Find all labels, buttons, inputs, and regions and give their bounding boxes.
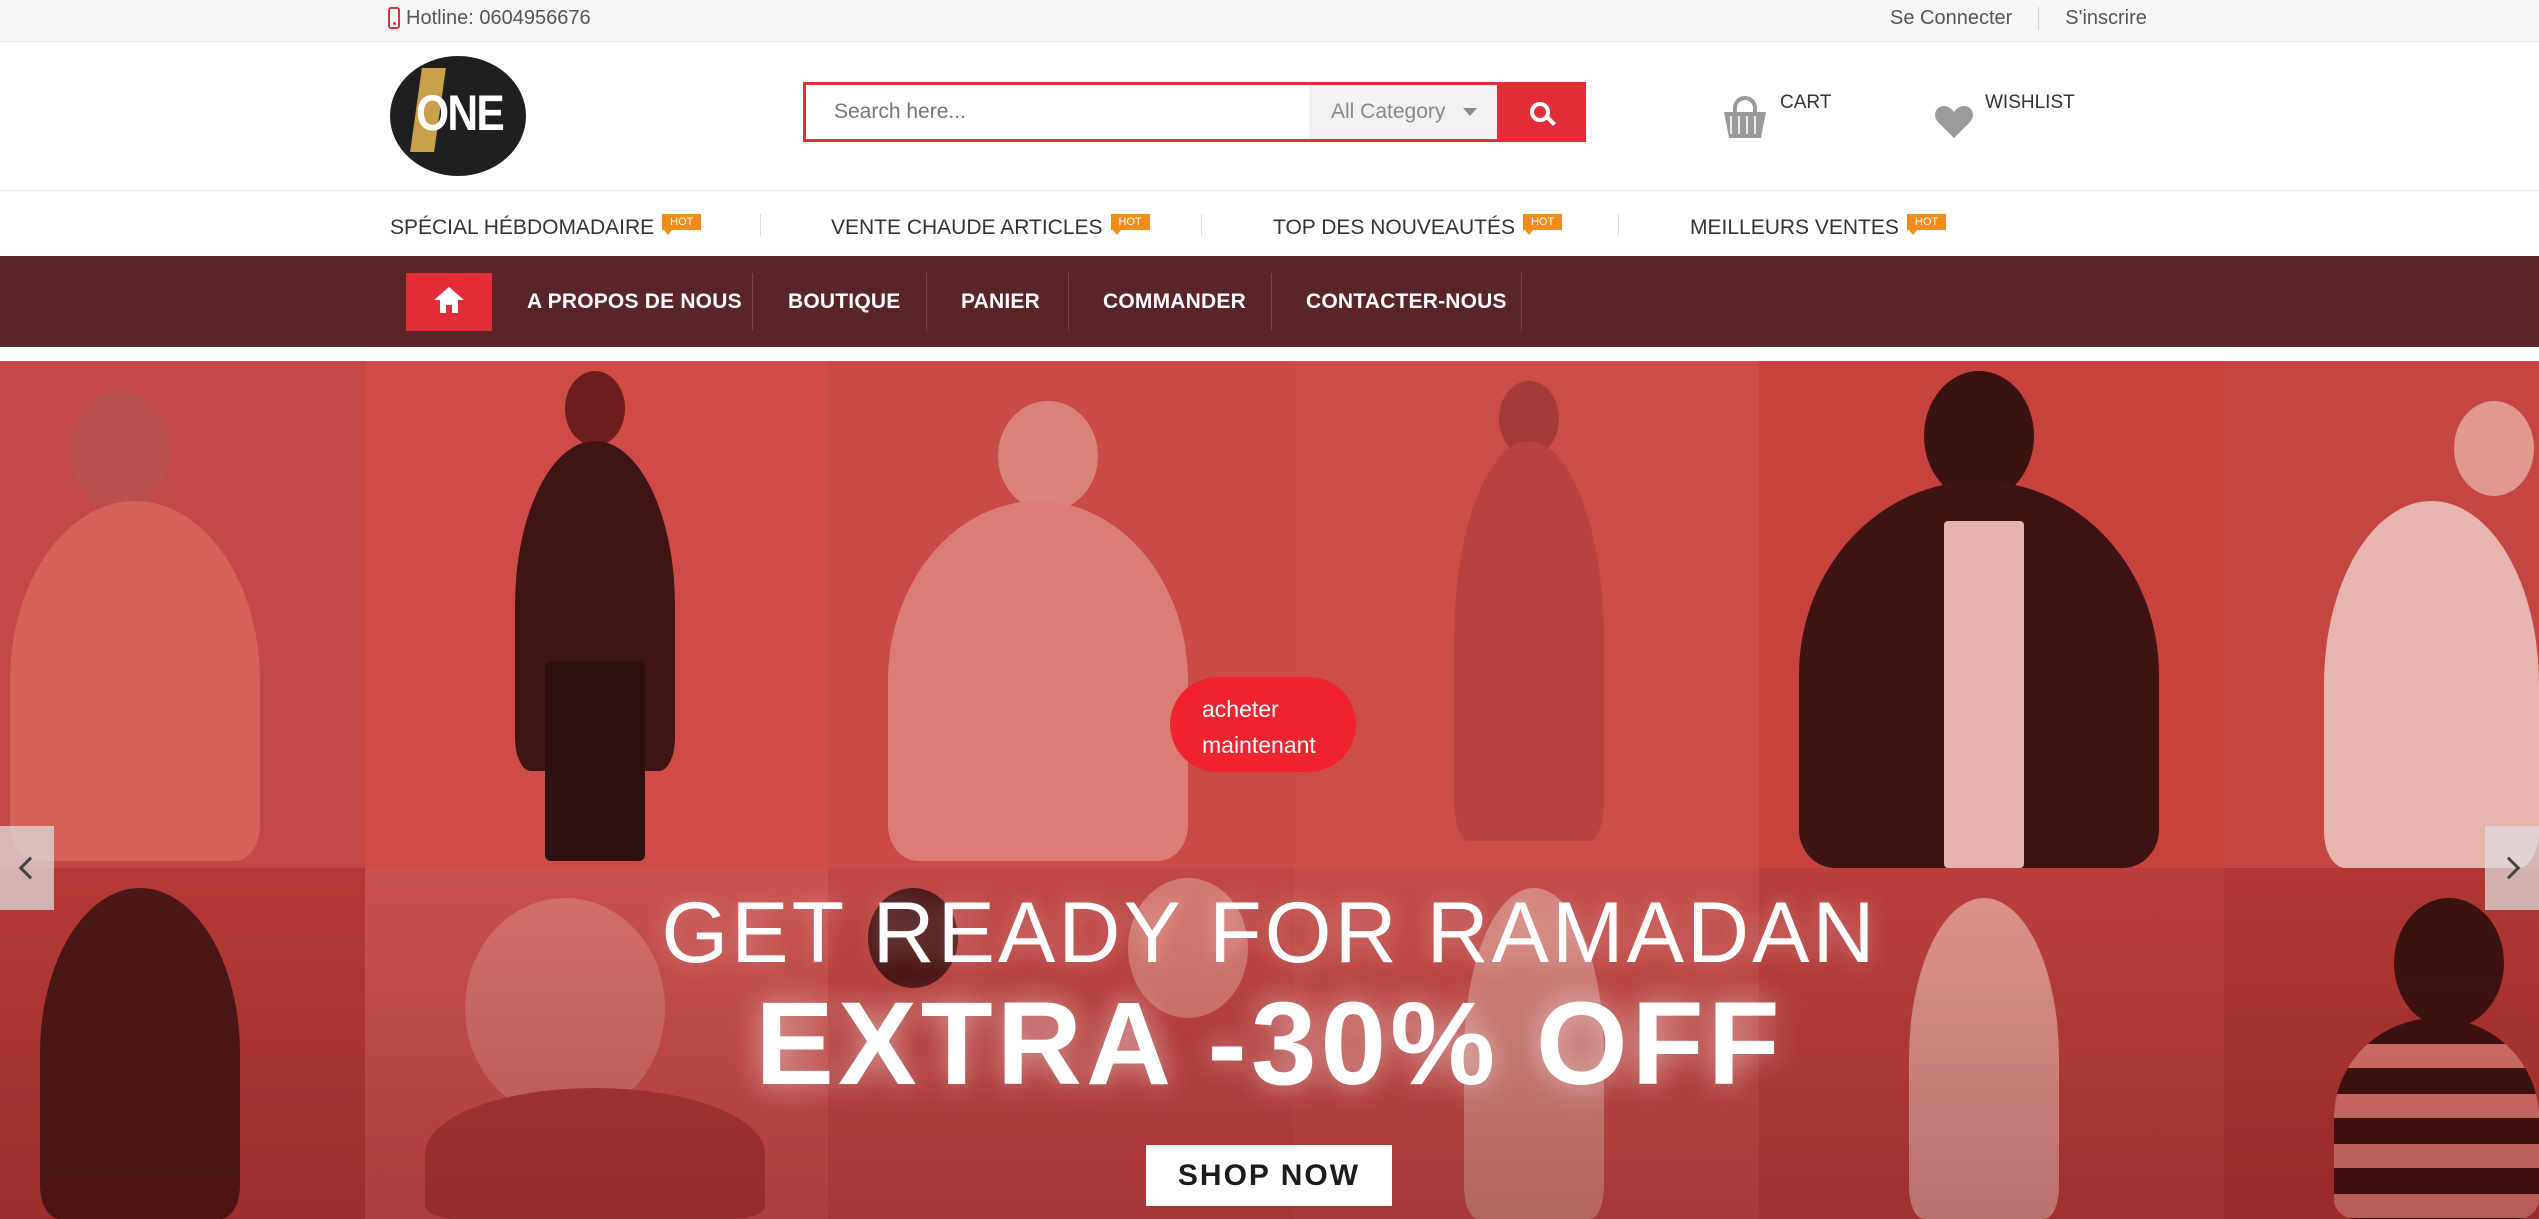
nav-item-contact[interactable]: CONTACTER-NOUS — [1306, 273, 1507, 331]
search-icon — [1530, 102, 1550, 122]
category-select-value: All Category — [1331, 100, 1446, 123]
nav-divider — [1521, 273, 1522, 331]
buy-now-button[interactable]: acheter maintenant — [1170, 677, 1356, 772]
nav-item-order[interactable]: COMMANDER — [1103, 273, 1246, 331]
search-button[interactable] — [1497, 85, 1583, 139]
nav-divider — [926, 273, 927, 331]
chevron-down-icon — [1463, 108, 1477, 116]
category-select[interactable]: All Category — [1309, 85, 1497, 139]
strip-item-label: MEILLEURS VENTES — [1690, 216, 1899, 239]
heart-icon[interactable] — [1934, 104, 1974, 140]
hot-badge: HOT — [1522, 214, 1563, 235]
hero-discount: EXTRA -30% OFF — [755, 978, 1784, 1110]
strip-item-weekly-special[interactable]: SPÉCIAL HÉBDOMADAIRE HOT — [390, 210, 702, 240]
hot-badge: HOT — [1110, 214, 1150, 235]
search-input[interactable] — [806, 85, 1309, 139]
logo-text: ONE — [416, 85, 505, 141]
home-icon — [434, 287, 464, 313]
buy-now-line2: maintenant — [1202, 732, 1316, 758]
nav-divider — [752, 273, 753, 331]
shop-now-button[interactable]: SHOP NOW — [1146, 1145, 1392, 1206]
hotline-text: Hotline: 0604956676 — [406, 6, 591, 29]
main-nav — [0, 256, 2539, 347]
strip-divider — [760, 214, 761, 236]
chevron-right-icon — [2497, 856, 2521, 880]
signup-link[interactable]: S'inscrire — [2038, 6, 2173, 30]
strip-divider — [1618, 214, 1619, 236]
buy-now-line1: acheter — [1202, 696, 1279, 722]
hot-badge: HOT — [1906, 214, 1947, 235]
nav-divider — [1068, 273, 1069, 331]
nav-item-shop[interactable]: BOUTIQUE — [788, 273, 900, 331]
phone-icon — [388, 7, 400, 29]
account-links: Se Connecter S'inscrire — [1864, 0, 2174, 36]
cart-button[interactable] — [1724, 96, 1766, 140]
strip-item-label: SPÉCIAL HÉBDOMADAIRE — [390, 216, 655, 239]
nav-divider — [1271, 273, 1272, 331]
hero-headline: GET READY FOR RAMADAN — [661, 885, 1878, 981]
strip-divider — [1201, 214, 1202, 236]
wishlist-label[interactable]: WISHLIST — [1985, 92, 2075, 114]
nav-home-button[interactable] — [406, 273, 492, 331]
strip-item-hot-sales[interactable]: VENTE CHAUDE ARTICLES HOT — [831, 210, 1150, 240]
logo[interactable]: ONE — [390, 56, 526, 176]
category-strip — [0, 190, 2539, 256]
cart-label[interactable]: CART — [1780, 92, 1831, 114]
chevron-left-icon — [18, 856, 42, 880]
strip-item-label: VENTE CHAUDE ARTICLES — [831, 216, 1103, 239]
strip-item-label: TOP DES NOUVEAUTÉS — [1273, 216, 1515, 239]
strip-item-best-sellers[interactable]: MEILLEURS VENTES HOT — [1690, 210, 1947, 240]
nav-item-cart[interactable]: PANIER — [961, 273, 1040, 331]
nav-gap — [0, 347, 2539, 361]
strip-item-new-arrivals[interactable]: TOP DES NOUVEAUTÉS HOT — [1273, 210, 1563, 240]
hotline: Hotline: 0604956676 — [388, 0, 591, 36]
hot-badge: HOT — [662, 214, 702, 235]
search-bar: All Category — [803, 82, 1586, 142]
basket-icon — [1724, 96, 1766, 140]
nav-item-about[interactable]: A PROPOS DE NOUS — [527, 273, 742, 331]
login-link[interactable]: Se Connecter — [1864, 7, 2038, 30]
